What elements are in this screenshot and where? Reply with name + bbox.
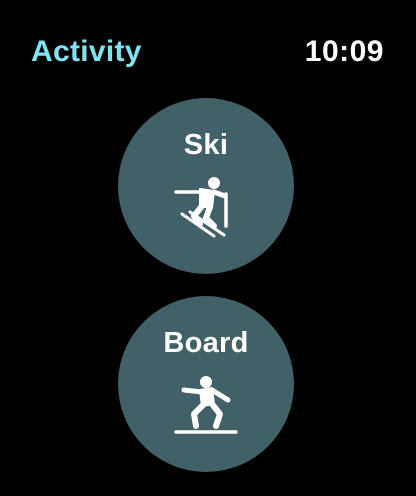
app-title: Activity	[31, 35, 142, 68]
ski-label: Ski	[183, 129, 229, 161]
ski-button[interactable]: Ski	[118, 98, 294, 274]
skier-icon	[174, 177, 228, 238]
clock: 10:09	[304, 35, 384, 68]
board-label: Board	[163, 327, 249, 359]
status-bar: Activity 10:09	[0, 0, 416, 100]
snowboarder-icon	[174, 376, 238, 434]
board-button[interactable]: Board	[118, 296, 294, 472]
